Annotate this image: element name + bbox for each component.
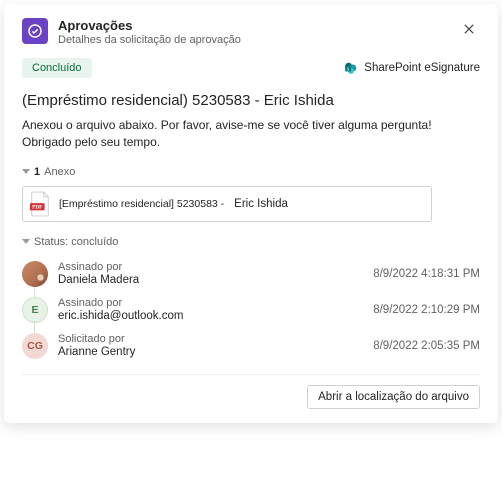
attachments-header[interactable]: 1 Anexo — [22, 166, 480, 178]
timeline-timestamp: 8/9/2022 2:10:29 PM — [373, 304, 480, 316]
app-subtitle: Detalhes da solicitação de aprovação — [58, 34, 448, 46]
attachment-count: 1 — [34, 166, 40, 178]
status-section-header[interactable]: Status: concluído — [22, 236, 480, 248]
avatar — [22, 261, 48, 287]
card-footer: Abrir a localização do arquivo — [22, 374, 480, 409]
header-text: Aprovações Detalhes da solicitação de ap… — [58, 18, 448, 46]
chevron-down-icon — [22, 169, 30, 174]
timeline-name: Arianne Gentry — [58, 346, 363, 358]
close-icon — [464, 23, 474, 35]
card-header: Aprovações Detalhes da solicitação de ap… — [22, 18, 480, 46]
request-title: (Empréstimo residencial) 5230583 - Eric … — [22, 92, 480, 109]
chevron-down-icon — [22, 239, 30, 244]
esignature-provider: S SharePoint eSignature — [344, 61, 480, 75]
attachment-label: Anexo — [44, 166, 75, 178]
sharepoint-icon: S — [344, 61, 358, 75]
timeline-item: CG Solicitado por Arianne Gentry 8/9/202… — [22, 328, 480, 364]
timeline-timestamp: 8/9/2022 4:18:31 PM — [373, 268, 480, 280]
timeline-item: Assinado por Daniela Madera 8/9/2022 4:1… — [22, 256, 480, 292]
timeline-action: Solicitado por — [58, 333, 363, 345]
svg-text:PDF: PDF — [32, 204, 42, 210]
status-section-label: Status: concluído — [34, 236, 118, 248]
app-title: Aprovações — [58, 18, 448, 33]
provider-label: SharePoint eSignature — [364, 62, 480, 74]
status-pill: Concluído — [22, 58, 92, 78]
timeline-action: Assinado por — [58, 297, 363, 309]
approval-card: Aprovações Detalhes da solicitação de ap… — [4, 4, 498, 423]
avatar: CG — [22, 333, 48, 359]
status-row: Concluído S SharePoint eSignature — [22, 58, 480, 78]
timeline-action: Assinado por — [58, 261, 363, 273]
timeline-item: E Assinado por eric.ishida@outlook.com 8… — [22, 292, 480, 328]
attachment-filename-prefix: [Empréstimo residencial] 5230583 - — [59, 198, 224, 210]
pdf-file-icon: PDF — [29, 191, 51, 217]
open-file-location-button[interactable]: Abrir a localização do arquivo — [307, 385, 480, 409]
avatar: E — [22, 297, 48, 323]
request-body: Anexou o arquivo abaixo. Por favor, avis… — [22, 117, 480, 152]
attachment-item[interactable]: PDF [Empréstimo residencial] 5230583 - E… — [22, 186, 432, 222]
approvals-app-icon — [22, 18, 48, 44]
timeline-name: Daniela Madera — [58, 274, 363, 286]
attachment-filename: Eric Ishida — [234, 198, 288, 210]
timeline-timestamp: 8/9/2022 2:05:35 PM — [373, 340, 480, 352]
timeline-name: eric.ishida@outlook.com — [58, 310, 363, 322]
status-timeline: Assinado por Daniela Madera 8/9/2022 4:1… — [22, 256, 480, 364]
close-button[interactable] — [458, 18, 480, 40]
